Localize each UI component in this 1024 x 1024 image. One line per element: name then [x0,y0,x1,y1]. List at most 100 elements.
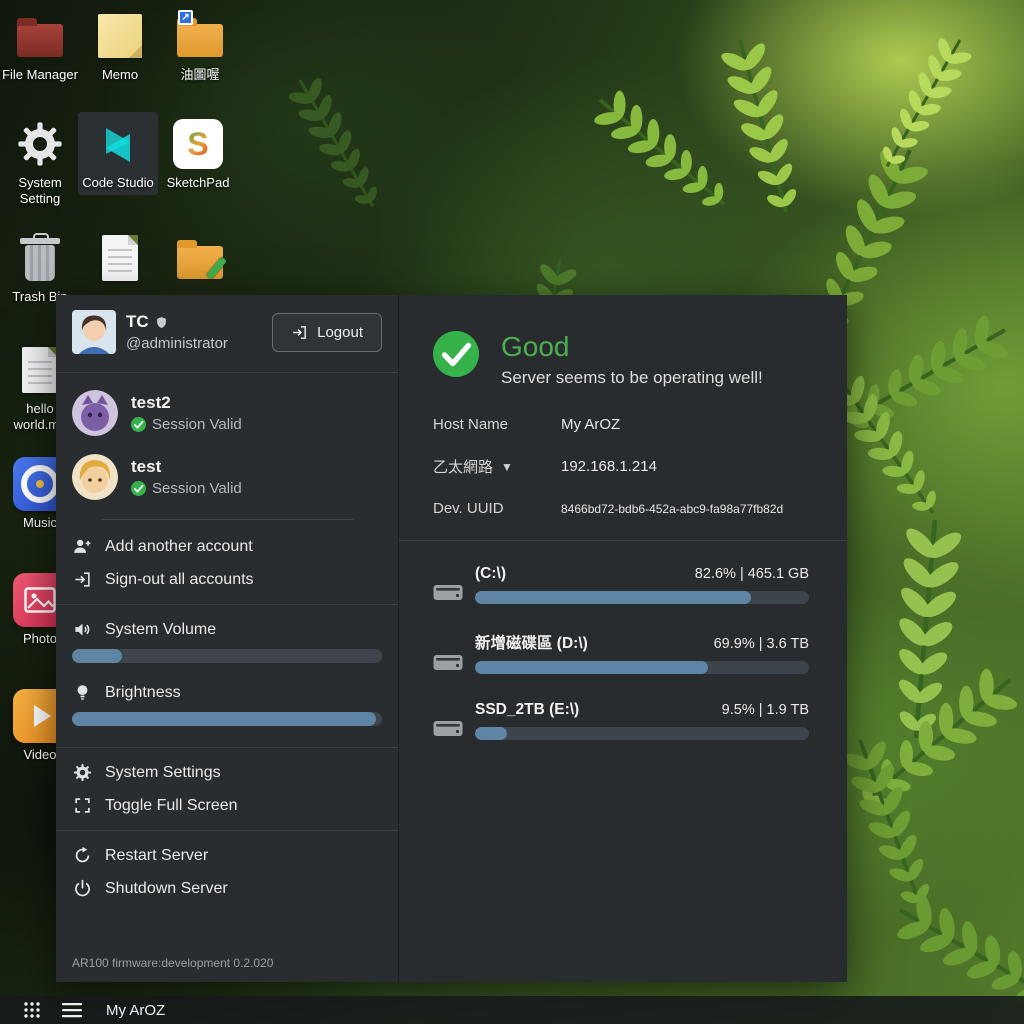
note-icon [98,14,142,58]
server-status-panel: Good Server seems to be operating well! … [398,295,847,982]
logout-icon [291,324,308,341]
icon-label: File Manager [2,67,78,83]
shortcut-arrow-icon: ↗ [178,10,193,25]
sketchpad-icon: S [173,119,223,169]
uuid-value: 8466bd72-bdb6-452a-abc9-fa98a77fb82d [561,502,783,516]
shutdown-server-item[interactable]: Shutdown Server [56,872,398,905]
uuid-label: Dev. UUID [433,500,561,517]
start-popup: TC @administrator Logout test2 Session V… [56,295,847,982]
account-name: test2 [131,393,242,413]
desktop-icon-document[interactable] [80,226,160,293]
brightness-label: Brightness [56,676,398,709]
desktop-icon-memo[interactable]: Memo [80,4,160,87]
disk-usage: 69.9% | 3.6 TB [714,636,809,652]
divider [56,747,398,748]
icon-label: Memo [82,67,158,83]
desktop-icon-shortcut-folder[interactable]: ↗ 油圖喔 [160,4,240,87]
volume-slider[interactable] [72,649,382,663]
folder-icon [177,24,223,57]
disk-name: 新增磁碟區 (D:\) [475,631,588,653]
disk-usage-fill [475,727,507,740]
avatar [72,454,118,500]
account-row-test2[interactable]: test2 Session Valid [56,381,398,445]
divider [56,372,398,373]
logout-button[interactable]: Logout [272,313,382,352]
username: TC [126,312,149,332]
avatar [72,390,118,436]
avatar[interactable] [72,310,116,354]
network-select[interactable]: 乙太網路 ▼ [433,456,561,477]
check-circle-icon [131,417,146,432]
signout-all-item[interactable]: Sign-out all accounts [56,563,398,596]
hostname-row: Host Name My ArOZ [433,416,813,433]
disk-usage-bar [475,591,809,604]
document-icon [102,235,138,281]
account-name: test [131,457,242,477]
status-title: Good [501,331,763,363]
icon-label: Code Studio [80,175,156,191]
desktop: { "desktop": { "icons": [ { "label": "Fi… [0,0,1024,1024]
drive-icon [433,652,463,674]
power-icon [73,879,92,898]
app-grid-button[interactable] [12,996,52,1024]
network-row: 乙太網路 ▼ 192.168.1.214 [433,456,813,477]
desktop-icon-sketchpad[interactable]: S SketchPad [158,112,238,195]
disk-usage: 82.6% | 465.1 GB [695,566,809,582]
desktop-icon-code-studio[interactable]: Code Studio [78,112,158,195]
ip-address: 192.168.1.214 [561,458,657,475]
uuid-row: Dev. UUID 8466bd72-bdb6-452a-abc9-fa98a7… [433,500,813,517]
user-plus-icon [73,537,92,556]
shield-icon [155,316,168,329]
status-message: Server seems to be operating well! [501,368,763,388]
brightness-slider[interactable] [72,712,382,726]
disk-row-d: 新增磁碟區 (D:\) 69.9% | 3.6 TB [433,631,809,674]
gear-icon [16,120,64,168]
disk-usage-bar [475,727,809,740]
system-volume-label: System Volume [56,613,398,646]
hamburger-icon [62,1001,82,1019]
folder-icon [17,24,63,57]
icon-label: System Setting [2,175,78,208]
document-icon [22,347,58,393]
restart-icon [73,846,92,865]
hostname-label: Host Name [433,416,561,433]
divider [56,604,398,605]
disk-name: (C:\) [475,565,506,583]
sign-out-icon [73,570,92,589]
disk-row-e: SSD_2TB (E:\) 9.5% | 1.9 TB [433,701,809,740]
gear-icon [73,763,92,782]
add-account-item[interactable]: Add another account [56,530,398,563]
desktop-icon-system-setting[interactable]: System Setting [0,112,80,212]
disk-usage-bar [475,661,809,674]
check-circle-icon [131,481,146,496]
drive-icon [433,582,463,604]
system-settings-item[interactable]: System Settings [56,756,398,789]
restart-server-item[interactable]: Restart Server [56,839,398,872]
disk-name: SSD_2TB (E:\) [475,701,579,719]
grid-icon [23,1001,41,1019]
user-handle: @administrator [126,335,228,352]
disk-usage-fill [475,661,708,674]
hostname-value: My ArOZ [561,416,620,433]
lightbulb-icon [73,683,92,702]
user-menu-panel: TC @administrator Logout test2 Session V… [56,295,398,982]
icon-label: 油圖喔 [162,67,238,83]
drive-icon [433,718,463,740]
volume-icon [73,620,92,639]
menu-button[interactable] [52,996,92,1024]
fullscreen-icon [73,796,92,815]
toggle-fullscreen-item[interactable]: Toggle Full Screen [56,789,398,822]
icon-label: SketchPad [160,175,236,191]
session-status: Session Valid [152,416,242,433]
desktop-icon-file-manager[interactable]: File Manager [0,4,80,87]
chevron-down-icon: ▼ [501,460,513,474]
account-row-test[interactable]: test Session Valid [56,445,398,509]
session-status: Session Valid [152,480,242,497]
disk-row-c: (C:\) 82.6% | 465.1 GB [433,565,809,604]
status-check-icon [433,331,479,377]
volume-slider-fill [72,649,122,663]
trash-icon [25,245,55,281]
disk-usage-fill [475,591,751,604]
desktop-icon-folder-edit[interactable] [160,226,240,293]
taskbar-title: My ArOZ [106,1002,165,1019]
